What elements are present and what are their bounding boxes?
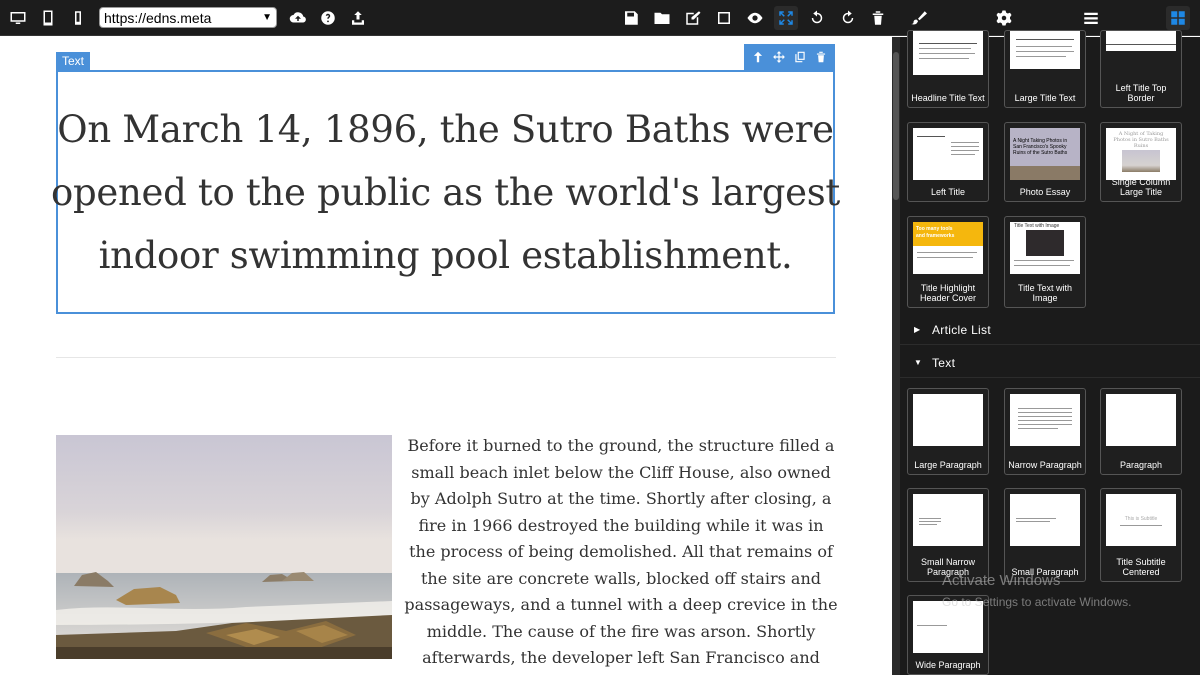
export-icon[interactable] (346, 6, 370, 30)
headline-line-3: indoor swimming pool establishment. (98, 233, 793, 277)
block-card-large-paragraph[interactable]: Large Paragraph (907, 388, 989, 475)
url-select-value: https://edns.meta (104, 9, 212, 26)
section-text[interactable]: ▼ Text (900, 348, 1200, 378)
block-thumbnail (1010, 394, 1080, 446)
headline-line-2: opened to the public as the world's larg… (51, 170, 840, 214)
block-card-label: Title Subtitle Centered (1116, 557, 1166, 577)
block-card-label: Large Title Text (1014, 93, 1076, 103)
block-card-label: Paragraph (1119, 460, 1163, 470)
block-toolbar (744, 44, 835, 70)
folder-icon[interactable] (650, 6, 674, 30)
block-thumbnail (1010, 31, 1080, 69)
square-icon[interactable] (712, 6, 736, 30)
thumb-caption: Too many tools and frameworks (916, 226, 955, 239)
blocks-icon[interactable] (1166, 6, 1190, 30)
block-thumbnail (913, 31, 983, 75)
eye-icon[interactable] (743, 6, 767, 30)
fullscreen-icon[interactable] (774, 6, 798, 30)
block-card-headline-title-text[interactable]: Headline Title Text (907, 30, 989, 108)
caret-down-icon: ▼ (914, 358, 922, 367)
activate-windows-watermark: Activate Windows (942, 572, 1061, 589)
block-thumbnail (1106, 31, 1176, 51)
upload-cloud-icon[interactable] (286, 6, 310, 30)
block-thumbnail: A Night Taking Photos in San Francisco's… (1010, 128, 1080, 180)
activate-windows-subtext: Go to Settings to activate Windows. (942, 595, 1132, 609)
block-thumbnail (913, 394, 983, 446)
block-card-small-paragraph[interactable]: Small Paragraph (1004, 488, 1086, 582)
tablet-icon[interactable] (36, 6, 60, 30)
section-divider (56, 357, 836, 358)
section-label: Text (932, 355, 956, 370)
block-thumbnail (1010, 494, 1080, 546)
gear-icon[interactable] (992, 6, 1016, 30)
block-thumbnail: Too many tools and frameworks (913, 222, 983, 274)
block-thumbnail: A Night of Taking Photos in Sutro Baths … (1106, 128, 1176, 180)
arrow-up-icon[interactable] (750, 49, 766, 65)
headline-line-1: On March 14, 1896, the Sutro Baths were (57, 107, 834, 151)
block-card-label: Large Paragraph (914, 460, 982, 470)
block-card-title-subtitle-centered[interactable]: This is Subtitle Title Subtitle Centered (1100, 488, 1182, 582)
move-icon[interactable] (771, 49, 787, 65)
trash-icon[interactable] (866, 6, 890, 30)
block-card-label: Narrow Paragraph (1008, 460, 1082, 470)
block-thumbnail: Title Text with Image (1010, 222, 1080, 274)
block-card-title-highlight-header-cover[interactable]: Too many tools and frameworks Title High… (907, 216, 989, 308)
block-card-label: Left Title Top Border (1115, 83, 1167, 103)
help-icon[interactable] (316, 6, 340, 30)
block-thumbnail (913, 128, 983, 180)
redo-icon[interactable] (836, 6, 860, 30)
undo-icon[interactable] (805, 6, 829, 30)
block-card-left-title[interactable]: Left Title (907, 122, 989, 202)
section-label: Article List (932, 322, 991, 337)
brush-icon[interactable] (906, 6, 930, 30)
block-thumbnail (1106, 394, 1176, 446)
thumb-caption: A Night of Taking Photos in Sutro Baths … (1113, 131, 1169, 149)
block-card-label: Wide Paragraph (915, 660, 981, 670)
block-thumbnail (913, 494, 983, 546)
desktop-icon[interactable] (6, 6, 30, 30)
block-card-label: Left Title (930, 187, 966, 197)
sutro-baths-photo[interactable] (56, 435, 392, 659)
block-card-title-text-with-image[interactable]: Title Text with Image Title Text with Im… (1004, 216, 1086, 308)
delete-icon[interactable] (813, 49, 829, 65)
block-card-label: Title Text with Image (1017, 283, 1073, 303)
url-select[interactable]: https://edns.meta ▼ (99, 7, 277, 28)
block-card-label: Single Column Large Title (1111, 177, 1171, 197)
thumb-caption: A Night Taking Photos in San Francisco's… (1013, 138, 1068, 156)
menu-icon[interactable] (1079, 6, 1103, 30)
section-article-list[interactable]: ▶ Article List (900, 315, 1200, 345)
mobile-icon[interactable] (66, 6, 90, 30)
block-card-label: Photo Essay (1019, 187, 1071, 197)
thumb-caption: Title Text with Image (1014, 223, 1060, 229)
editor-canvas[interactable]: Text On March 14, 1896, the Sutro Baths … (0, 37, 892, 675)
selected-block-tag: Text (56, 52, 91, 70)
block-card-large-title-text[interactable]: Large Title Text (1004, 30, 1086, 108)
block-card-paragraph[interactable]: Paragraph (1100, 388, 1182, 475)
block-card-label: Headline Title Text (911, 93, 985, 103)
body-paragraph[interactable]: Before it burned to the ground, the stru… (404, 433, 838, 675)
block-card-left-title-top-border[interactable]: Left Title Top Border (1100, 30, 1182, 108)
headline-text: On March 14, 1896, the Sutro Baths were … (51, 98, 840, 287)
sidebar-scroll-thumb[interactable] (893, 52, 899, 200)
chevron-down-icon: ▼ (262, 12, 272, 23)
block-card-single-column-large-title[interactable]: A Night of Taking Photos in Sutro Baths … (1100, 122, 1182, 202)
edit-icon[interactable] (681, 6, 705, 30)
copy-icon[interactable] (792, 49, 808, 65)
thumb-caption: This is Subtitle (1124, 516, 1158, 522)
block-card-narrow-paragraph[interactable]: Narrow Paragraph (1004, 388, 1086, 475)
headline-text-block[interactable]: On March 14, 1896, the Sutro Baths were … (51, 70, 840, 314)
caret-right-icon: ▶ (914, 325, 921, 334)
save-icon[interactable] (619, 6, 643, 30)
block-thumbnail: This is Subtitle (1106, 494, 1176, 546)
block-card-small-narrow-paragraph[interactable]: Small Narrow Paragraph (907, 488, 989, 582)
block-card-label: Title Highlight Header Cover (919, 283, 977, 303)
block-card-photo-essay[interactable]: A Night Taking Photos in San Francisco's… (1004, 122, 1086, 202)
